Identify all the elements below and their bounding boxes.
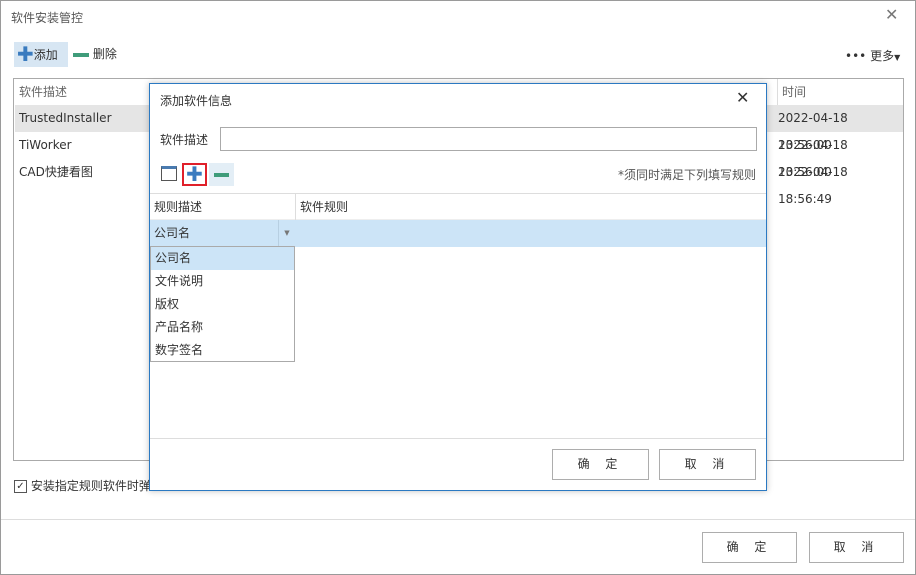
cell-time: 2022-04-18 18:56:49 — [778, 165, 848, 206]
window-title: 软件安装管控 — [11, 11, 84, 25]
caret-down-icon: ▼ — [894, 53, 901, 62]
remove-rule-button[interactable] — [209, 163, 234, 186]
cell-desc: CAD快捷看图 — [19, 165, 93, 179]
checkbox-icon[interactable]: ✓ — [14, 480, 27, 493]
ok-button[interactable]: 确 定 — [702, 532, 797, 563]
add-rule-button[interactable]: ✚ — [182, 163, 207, 186]
rule-row[interactable]: 公司名 ▼ — [150, 220, 766, 247]
more-button[interactable]: ••• 更多▼ — [845, 47, 900, 64]
grid-header-rule: 软件规则 — [295, 194, 348, 220]
dropdown-option[interactable]: 数字签名 — [151, 339, 294, 362]
desc-label: 软件描述 — [160, 133, 209, 147]
rule-grid-header: 规则描述 软件规则 — [150, 193, 766, 220]
dropdown-option[interactable]: 文件说明 — [151, 270, 294, 293]
dropdown-arrow-icon[interactable]: ▼ — [278, 220, 295, 247]
ellipsis-icon: ••• — [845, 49, 867, 63]
dialog-ok-button[interactable]: 确 定 — [552, 449, 649, 480]
rule-desc-dropdown: 公司名 文件说明 版权 产品名称 数字签名 — [150, 246, 295, 362]
cell-desc: TrustedInstaller — [19, 111, 112, 125]
add-label: 添加 — [33, 48, 58, 62]
popup-checkbox[interactable]: ✓ 安装指定规则软件时弹 — [14, 477, 151, 494]
rule-desc-select[interactable]: 公司名 — [154, 220, 190, 247]
delete-label: 删除 — [92, 47, 117, 61]
dropdown-option[interactable]: 公司名 — [151, 247, 294, 270]
header-time: 时间 — [777, 79, 806, 106]
dialog-title: 添加软件信息 — [160, 94, 233, 108]
close-icon[interactable]: ✕ — [885, 5, 898, 24]
minus-icon — [73, 52, 89, 57]
dialog-close-icon[interactable]: ✕ — [736, 88, 749, 107]
window-icon[interactable] — [161, 166, 177, 181]
dialog-divider — [150, 438, 766, 439]
add-software-dialog: 添加软件信息 ✕ 软件描述 ✚ *须同时满足下列填写规则 规则描述 软件规则 公… — [149, 83, 767, 491]
grid-header-desc: 规则描述 — [154, 200, 203, 214]
header-desc: 软件描述 — [19, 85, 68, 99]
more-label: 更多 — [870, 49, 895, 63]
cell-desc: TiWorker — [19, 138, 72, 152]
checkbox-label: 安装指定规则软件时弹 — [30, 479, 151, 493]
dropdown-option[interactable]: 产品名称 — [151, 316, 294, 339]
desc-input[interactable] — [220, 127, 757, 151]
dialog-cancel-button[interactable]: 取 消 — [659, 449, 756, 480]
rule-note: *须同时满足下列填写规则 — [617, 168, 756, 182]
minus-icon — [214, 173, 229, 177]
cancel-button[interactable]: 取 消 — [809, 532, 904, 563]
divider — [1, 519, 915, 520]
dropdown-option[interactable]: 版权 — [151, 293, 294, 316]
plus-icon: ✚ — [17, 42, 34, 66]
add-button[interactable]: ✚添加 — [14, 42, 68, 67]
plus-icon: ✚ — [186, 162, 203, 186]
delete-button[interactable]: 删除 — [73, 42, 117, 67]
